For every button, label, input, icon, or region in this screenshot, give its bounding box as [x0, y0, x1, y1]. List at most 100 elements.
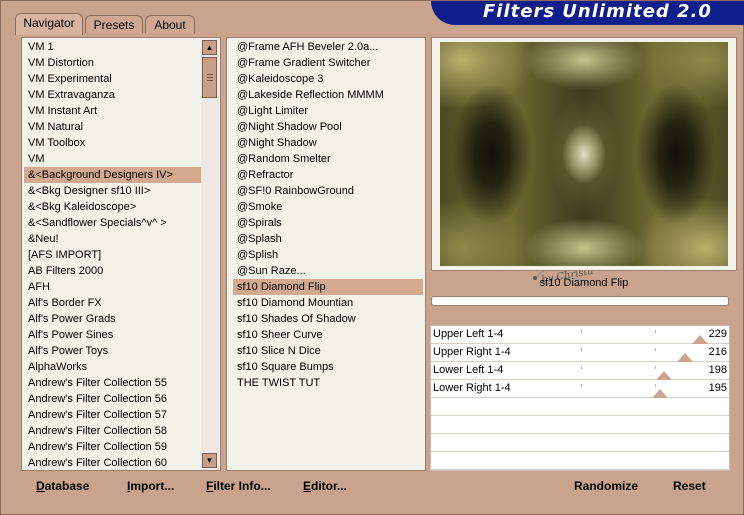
category-item[interactable]: &<Background Designers IV> [24, 167, 202, 183]
slider-row[interactable]: Lower Left 1-4 198 [431, 362, 729, 380]
reset-button[interactable]: Reset [673, 475, 706, 497]
slider-label: Upper Left 1-4 [433, 328, 504, 340]
category-item[interactable]: Andrew's Filter Collection 57 [24, 407, 202, 423]
scroll-down-button[interactable]: ▼ [202, 453, 217, 468]
filter-item[interactable]: @Kaleidoscope 3 [233, 71, 423, 87]
category-item[interactable]: [AFS IMPORT] [24, 247, 202, 263]
category-list[interactable]: VM 1 VM Distortion VM Experimental VM Extra… [24, 39, 202, 471]
empty-slider-row [431, 434, 729, 452]
arrow-up-icon: ▲ [205, 43, 214, 52]
slider-tick [581, 330, 582, 333]
category-item[interactable]: Andrew's Filter Collection 60 [24, 455, 202, 471]
filter-item[interactable]: sf10 Shades Of Shadow [233, 311, 423, 327]
category-item[interactable]: VM Instant Art [24, 103, 202, 119]
slider-thumb[interactable] [677, 353, 693, 362]
slider-tick [581, 366, 582, 369]
slider-tick [655, 366, 656, 369]
slider-value: 195 [708, 382, 727, 394]
category-item[interactable]: Alf's Power Grads [24, 311, 202, 327]
editor-button[interactable]: Editor... [303, 475, 347, 497]
slider-row[interactable]: Lower Right 1-4 195 [431, 380, 729, 398]
preview-image [440, 42, 728, 266]
filter-list[interactable]: @Frame AFH Beveler 2.0a... @Frame Gradien… [233, 39, 423, 391]
filter-list-panel: @Frame AFH Beveler 2.0a... @Frame Gradien… [226, 37, 602, 471]
filter-item[interactable]: sf10 Sheer Curve [233, 327, 423, 343]
filter-item[interactable]: @Lakeside Reflection MMMM [233, 87, 423, 103]
category-list-panel: VM 1 VM Distortion VM Experimental VM Extra… [21, 37, 221, 471]
logo-text: Filters Unlimited 2.0 [483, 1, 712, 22]
category-item[interactable]: &<Sandflower Specials^v^ > [24, 215, 202, 231]
database-button[interactable]: Database [36, 475, 89, 497]
slider-value: 229 [708, 328, 727, 340]
filter-item[interactable]: @Light Limiter [233, 103, 423, 119]
slider-tick [581, 384, 582, 387]
slider-tick [655, 384, 656, 387]
filter-item[interactable]: @Smoke [233, 199, 423, 215]
scroll-thumb[interactable] [202, 57, 217, 98]
tab-presets[interactable]: Presets [85, 15, 143, 33]
category-item[interactable]: VM Experimental [24, 71, 202, 87]
category-item[interactable]: Andrew's Filter Collection 59 [24, 439, 202, 455]
slider-label: Upper Right 1-4 [433, 346, 511, 358]
category-scrollbar[interactable]: ▲ ▼ [201, 39, 219, 470]
filter-item[interactable]: @Random Smelter [233, 151, 423, 167]
category-item[interactable]: Andrew's Filter Collection 56 [24, 391, 202, 407]
slider-panel: Upper Left 1-4 229 Upper Right 1-4 216 Lower… [430, 325, 730, 471]
category-item[interactable]: Alf's Power Toys [24, 343, 202, 359]
category-item[interactable]: VM [24, 151, 202, 167]
slider-thumb[interactable] [652, 389, 668, 398]
category-item[interactable]: &<Bkg Designer sf10 III> [24, 183, 202, 199]
category-item[interactable]: Andrew's Filter Collection 55 [24, 375, 202, 391]
filter-item[interactable]: @Sun Raze... [233, 263, 423, 279]
slider-value: 198 [708, 364, 727, 376]
slider-value: 216 [708, 346, 727, 358]
filter-item[interactable]: @Splash [233, 231, 423, 247]
scroll-up-button[interactable]: ▲ [202, 40, 217, 55]
filter-item[interactable]: @Frame Gradient Switcher [233, 55, 423, 71]
slider-tick [655, 348, 656, 351]
category-item[interactable]: VM Extravaganza [24, 87, 202, 103]
category-item[interactable]: Andrew's Filter Collection 58 [24, 423, 202, 439]
filter-item[interactable]: @Night Shadow [233, 135, 423, 151]
filter-item[interactable]: @Spirals [233, 215, 423, 231]
filter-item[interactable]: sf10 Diamond Mountian [233, 295, 423, 311]
empty-slider-row [431, 452, 729, 470]
filter-info-button[interactable]: Filter Info... [206, 475, 271, 497]
slider-row[interactable]: Upper Left 1-4 229 [431, 326, 729, 344]
category-item[interactable]: VM Toolbox [24, 135, 202, 151]
filter-item[interactable]: @Splish [233, 247, 423, 263]
randomize-button[interactable]: Randomize [574, 475, 638, 497]
filter-item[interactable]: @Night Shadow Pool [233, 119, 423, 135]
empty-slider-row [431, 416, 729, 434]
category-item[interactable]: VM Natural [24, 119, 202, 135]
preview-panel [431, 37, 737, 271]
filter-item[interactable]: @Frame AFH Beveler 2.0a... [233, 39, 423, 55]
filter-item[interactable]: @Refractor [233, 167, 423, 183]
category-item[interactable]: &Neu! [24, 231, 202, 247]
tab-navigator[interactable]: Navigator [15, 13, 83, 35]
import-button[interactable]: Import... [127, 475, 174, 497]
category-item[interactable]: VM 1 [24, 39, 202, 55]
empty-slider-row [431, 398, 729, 416]
filters-unlimited-window: Navigator Presets About Filters Unlimite… [0, 0, 744, 515]
slider-label: Lower Right 1-4 [433, 382, 511, 394]
tab-about[interactable]: About [145, 15, 195, 33]
category-item[interactable]: VM Distortion [24, 55, 202, 71]
category-item[interactable]: AB Filters 2000 [24, 263, 202, 279]
category-item[interactable]: AlphaWorks [24, 359, 202, 375]
progress-bar [431, 296, 729, 306]
selected-filter-name: sf10 Diamond Flip [539, 277, 629, 289]
filter-item[interactable]: sf10 Slice N Dice [233, 343, 423, 359]
slider-thumb[interactable] [656, 371, 672, 380]
filter-item[interactable]: sf10 Square Bumps [233, 359, 423, 375]
filter-item[interactable]: THE TWIST TUT [233, 375, 423, 391]
category-item[interactable]: Alf's Border FX [24, 295, 202, 311]
slider-thumb[interactable] [692, 335, 708, 344]
filter-item[interactable]: sf10 Diamond Flip [233, 279, 423, 295]
category-item[interactable]: AFH [24, 279, 202, 295]
filter-item[interactable]: @SF!0 RainbowGround [233, 183, 423, 199]
category-item[interactable]: Alf's Power Sines [24, 327, 202, 343]
slider-row[interactable]: Upper Right 1-4 216 [431, 344, 729, 362]
category-item[interactable]: &<Bkg Kaleidoscope> [24, 199, 202, 215]
slider-tick [581, 348, 582, 351]
